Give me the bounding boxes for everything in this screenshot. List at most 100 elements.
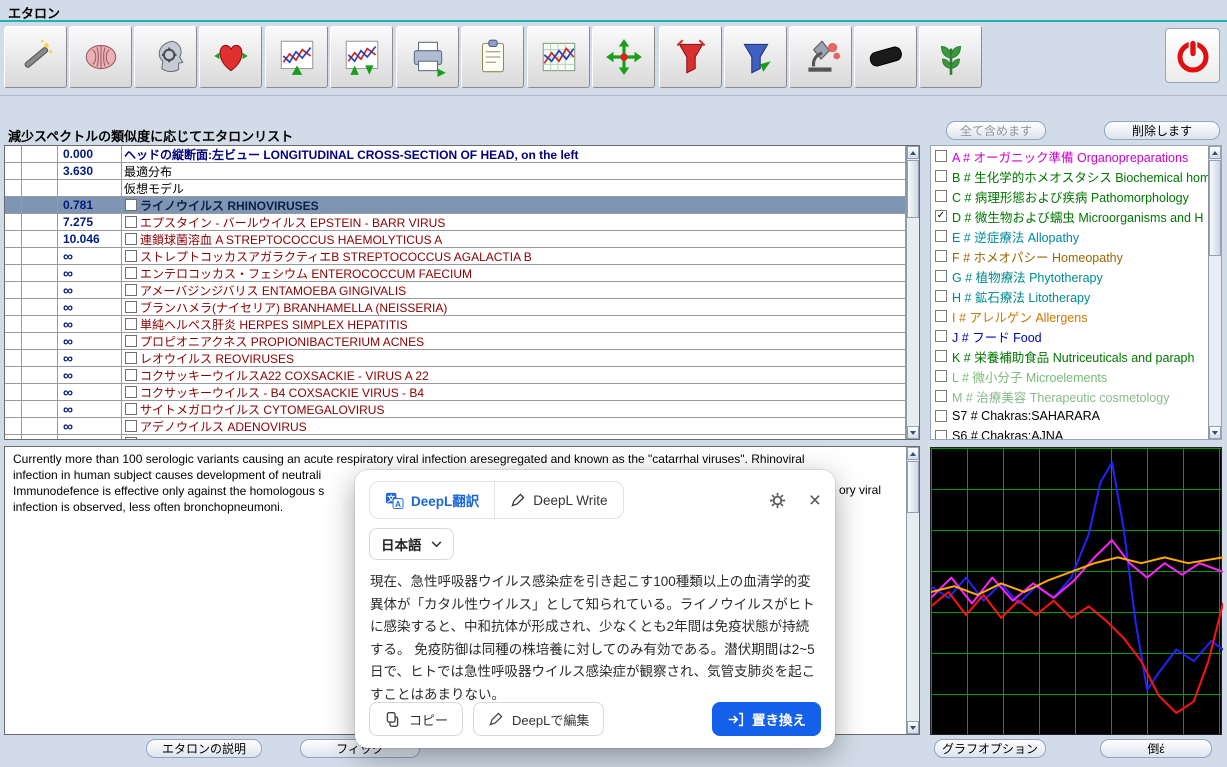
table-row[interactable]: 0.000ヘッドの縦断面:左ビュー LONGITUDINAL CROSS-SEC…: [5, 146, 906, 163]
chart-up-button[interactable]: [265, 26, 328, 88]
row-box[interactable]: [125, 437, 137, 439]
row-box[interactable]: [125, 301, 137, 313]
category-item[interactable]: S7 # Chakras:SAHARARA: [931, 406, 1221, 426]
category-item[interactable]: ✓D # 微生物および蠕虫 Microorganisms and H: [931, 206, 1221, 226]
category-item[interactable]: M # 治療美容 Therapeutic cosmetology: [931, 386, 1221, 406]
close-button[interactable]: ×: [809, 490, 821, 511]
table-row[interactable]: ∞単純ヘルペス肝炎 HERPES SIMPLEX HEPATITIS: [5, 316, 906, 333]
scroll-up-button[interactable]: [907, 146, 919, 159]
table-row[interactable]: ∞サイトメガロウイルス CYTOMEGALOVIRUS: [5, 401, 906, 418]
deepl-translate-tab[interactable]: 文A DeepL翻訳: [370, 482, 494, 518]
category-item[interactable]: L # 微小分子 Microelements: [931, 366, 1221, 386]
row-box[interactable]: [125, 284, 137, 296]
plant-button[interactable]: [919, 26, 982, 88]
category-item[interactable]: K # 栄養補助食品 Nutriceuticals and paraph: [931, 346, 1221, 366]
scroll-down-button[interactable]: [907, 721, 919, 734]
head-profile-button[interactable]: [134, 26, 197, 88]
category-item[interactable]: A # オーガニック準備 Organopreparations: [931, 146, 1221, 166]
table-row[interactable]: ∞: [5, 435, 906, 439]
notes-button[interactable]: [461, 26, 524, 88]
category-checkbox[interactable]: [935, 330, 947, 342]
category-checkbox[interactable]: [935, 230, 947, 242]
table-row[interactable]: ∞コクサッキーウイルスA22 COXSACKIE - VIRUS A 22: [5, 367, 906, 384]
row-box[interactable]: [125, 403, 137, 415]
row-box[interactable]: [125, 318, 137, 330]
category-checkbox[interactable]: ✓: [935, 210, 947, 222]
category-checkbox[interactable]: [935, 310, 947, 322]
heart-button[interactable]: [199, 26, 262, 88]
category-scrollbar[interactable]: [1208, 146, 1221, 439]
wand-button[interactable]: [4, 26, 67, 88]
deepl-write-tab[interactable]: DeepL Write: [494, 482, 622, 518]
table-row[interactable]: ∞プロピオニアクネス PROPIONIBACTERIUM ACNES: [5, 333, 906, 350]
table-row[interactable]: ∞エンテロコッカス・フェシウム ENTEROCOCCUM FAECIUM: [5, 265, 906, 282]
brain-button[interactable]: [69, 26, 132, 88]
description-scrollbar[interactable]: [906, 447, 919, 734]
scroll-down-button[interactable]: [1209, 426, 1221, 439]
category-checkbox[interactable]: [935, 170, 947, 182]
category-checkbox[interactable]: [935, 390, 947, 402]
category-item[interactable]: B # 生化学的ホメオスタシス Biochemical hom: [931, 166, 1221, 186]
table-row[interactable]: ∞ブランハメラ(ナイセリア) BRANHAMELLA (NEISSERIA): [5, 299, 906, 316]
table-row[interactable]: ∞ストレプトコッカスアガラクティエB STREPTOCOCCUS AGALACT…: [5, 248, 906, 265]
row-box[interactable]: [125, 216, 137, 228]
category-item[interactable]: G # 植物療法 Phytotherapy: [931, 266, 1221, 286]
row-box[interactable]: [125, 267, 137, 279]
category-checkbox[interactable]: [935, 410, 947, 422]
row-box[interactable]: [125, 420, 137, 432]
category-checkbox[interactable]: [935, 190, 947, 202]
table-scrollbar[interactable]: [906, 146, 919, 439]
replace-button[interactable]: 置き換え: [712, 702, 821, 736]
invert-button[interactable]: 倒έ: [1100, 739, 1212, 758]
language-selector[interactable]: 日本語: [369, 528, 454, 560]
category-checkbox[interactable]: [935, 430, 947, 440]
eraser-button[interactable]: [854, 26, 917, 88]
table-row[interactable]: 仮想モデル: [5, 180, 906, 197]
delete-button[interactable]: 削除します: [1104, 121, 1220, 140]
table-row[interactable]: ∞コクサッキーウイルス - B4 COXSACKIE VIRUS - B4: [5, 384, 906, 401]
microscope-button[interactable]: [789, 26, 852, 88]
category-item[interactable]: H # 鉱石療法 Litotherapy: [931, 286, 1221, 306]
scroll-up-button[interactable]: [1209, 146, 1221, 159]
etalon-description-button[interactable]: エタロンの説明: [146, 739, 262, 758]
row-box[interactable]: [125, 250, 137, 262]
category-checkbox[interactable]: [935, 250, 947, 262]
category-checkbox[interactable]: [935, 290, 947, 302]
table-row[interactable]: 10.046連鎖球菌溶血 A STREPTOCOCCUS HAEMOLYTICU…: [5, 231, 906, 248]
funnel-red-button[interactable]: [659, 26, 722, 88]
category-checkbox[interactable]: [935, 150, 947, 162]
scroll-thumb[interactable]: [1209, 160, 1221, 256]
grid-chart-button[interactable]: [527, 26, 590, 88]
category-checkbox[interactable]: [935, 270, 947, 282]
category-item[interactable]: F # ホメオパシー Homeopathy: [931, 246, 1221, 266]
graph-options-button[interactable]: グラフオプション: [934, 739, 1046, 758]
scroll-up-button[interactable]: [907, 447, 919, 460]
table-row[interactable]: 3.630最適分布: [5, 163, 906, 180]
category-item[interactable]: J # フード Food: [931, 326, 1221, 346]
settings-button[interactable]: [768, 491, 787, 510]
table-row[interactable]: 7.275エプスタイン - バールウイルス EPSTEIN - BARR VIR…: [5, 214, 906, 231]
row-box[interactable]: [125, 369, 137, 381]
category-item[interactable]: S6 # Chakras:AJNA: [931, 426, 1221, 440]
table-row[interactable]: ∞アデノウイルス ADENOVIRUS: [5, 418, 906, 435]
row-box[interactable]: [125, 386, 137, 398]
funnel-green-button[interactable]: [724, 26, 787, 88]
printer-button[interactable]: [396, 26, 459, 88]
copy-button[interactable]: コピー: [369, 702, 463, 736]
table-row[interactable]: ∞アメーバジンジバリス ENTAMOEBA GINGIVALIS: [5, 282, 906, 299]
row-box[interactable]: [125, 199, 137, 211]
row-box[interactable]: [125, 335, 137, 347]
scroll-thumb[interactable]: [907, 160, 919, 218]
scroll-thumb[interactable]: [907, 461, 919, 513]
category-item[interactable]: E # 逆症療法 Allopathy: [931, 226, 1221, 246]
chart-compare-button[interactable]: [330, 26, 393, 88]
row-box[interactable]: [125, 352, 137, 364]
edit-with-deepl-button[interactable]: DeepLで編集: [473, 702, 604, 736]
category-checkbox[interactable]: [935, 350, 947, 362]
move-cross-button[interactable]: [592, 26, 655, 88]
table-row[interactable]: ∞レオウイルス REOVIRUSES: [5, 350, 906, 367]
category-item[interactable]: C # 病理形態および疾病 Pathomorphology: [931, 186, 1221, 206]
table-row[interactable]: 0.781ライノウイルス RHINOVIRUSES: [5, 197, 906, 214]
row-box[interactable]: [125, 233, 137, 245]
stop-button[interactable]: [1165, 28, 1220, 83]
